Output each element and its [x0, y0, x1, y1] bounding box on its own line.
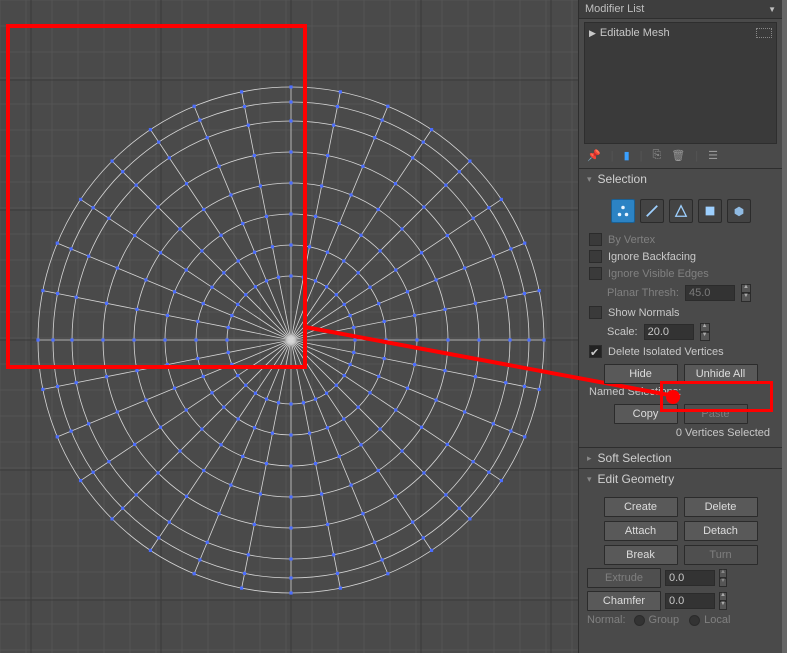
spinner-down-icon: ▼ [741, 293, 751, 302]
turn-button: Turn [684, 545, 758, 565]
subobj-element-button[interactable] [727, 199, 751, 223]
ignore-backfacing-checkbox[interactable]: Ignore Backfacing [587, 248, 774, 265]
chevron-right-icon: ▸ [587, 453, 592, 464]
modifier-list-dropdown[interactable]: Modifier List ▼ [579, 0, 782, 19]
chevron-down-icon: ▼ [768, 5, 776, 14]
make-unique-icon[interactable]: ⎘ [652, 149, 661, 162]
subobject-level-toolbar [587, 199, 774, 223]
panel-scrollbar[interactable] [782, 0, 787, 653]
delete-modifier-icon[interactable]: 🗑 [671, 149, 685, 162]
rollout-soft-selection-header[interactable]: ▸ Soft Selection [579, 448, 782, 468]
stack-item-editable-mesh[interactable]: ▶ Editable Mesh [587, 25, 774, 41]
normals-scale-spinner[interactable]: Scale: 20.0 ▲▼ [587, 321, 774, 343]
by-vertex-checkbox: By Vertex [587, 231, 774, 248]
unhide-all-button[interactable]: Unhide All [684, 364, 758, 384]
rollout-soft-selection: ▸ Soft Selection [579, 447, 782, 468]
spinner-up-icon: ▲ [741, 284, 751, 293]
spinner-down-icon[interactable]: ▼ [719, 601, 727, 610]
viewport[interactable] [0, 0, 578, 653]
subobj-polygon-button[interactable] [698, 199, 722, 223]
chevron-down-icon: ▾ [587, 474, 592, 485]
configure-icon[interactable]: ☰ [708, 149, 718, 162]
create-button[interactable]: Create [604, 497, 678, 517]
radio-group-icon [634, 615, 645, 626]
chevron-down-icon: ▾ [587, 174, 592, 185]
spinner-down-icon: ▼ [719, 578, 727, 587]
named-selections-label: Named Selections: [587, 384, 774, 400]
rollout-selection: ▾ Selection [579, 168, 782, 447]
break-button[interactable]: Break [604, 545, 678, 565]
rollout-edit-geometry-header[interactable]: ▾ Edit Geometry [579, 469, 782, 489]
paste-selection-button: Paste [684, 404, 748, 424]
expand-icon[interactable]: ▶ [589, 28, 596, 39]
attach-button[interactable]: Attach [604, 521, 678, 541]
hide-button[interactable]: Hide [604, 364, 678, 384]
modifier-list-label: Modifier List [585, 3, 644, 15]
mesh-wireframe [0, 0, 578, 653]
ignore-visible-edges-checkbox: Ignore Visible Edges [587, 265, 774, 282]
spinner-up-icon[interactable]: ▲ [719, 592, 727, 601]
selection-status: 0 Vertices Selected [587, 424, 774, 439]
delete-button[interactable]: Delete [684, 497, 758, 517]
app-root: Modifier List ▼ ▶ Editable Mesh 📌 | ▮ | … [0, 0, 787, 653]
normals-scale-value[interactable]: 20.0 [644, 324, 694, 340]
subobj-face-button[interactable] [669, 199, 693, 223]
spinner-up-icon: ▲ [719, 569, 727, 578]
copy-selection-button[interactable]: Copy [614, 404, 678, 424]
stack-toolbar: 📌 | ▮ | ⎘ 🗑 | ☰ [579, 147, 782, 168]
stack-item-toggle-icon[interactable] [756, 28, 772, 38]
show-normals-checkbox[interactable]: Show Normals [587, 304, 774, 321]
stack-item-label: Editable Mesh [600, 27, 670, 39]
extrude-value: 0.0 [665, 570, 715, 586]
planar-thresh-spinner: Planar Thresh: 45.0 ▲▼ [587, 282, 774, 304]
rollout-title: Soft Selection [598, 451, 672, 465]
rollout-title: Selection [598, 172, 647, 186]
delete-isolated-vertices-checkbox[interactable]: ✔Delete Isolated Vertices [587, 343, 774, 360]
show-end-result-icon[interactable]: ▮ [624, 149, 630, 162]
subobj-vertex-button[interactable] [611, 199, 635, 223]
subobj-edge-button[interactable] [640, 199, 664, 223]
rollout-edit-geometry: ▾ Edit Geometry Create Delete Attach Detac… [579, 468, 782, 637]
extrude-button: Extrude [587, 568, 661, 588]
chamfer-value[interactable]: 0.0 [665, 593, 715, 609]
detach-button[interactable]: Detach [684, 521, 758, 541]
rollout-selection-header[interactable]: ▾ Selection [579, 169, 782, 189]
spinner-up-icon[interactable]: ▲ [700, 323, 710, 332]
pin-icon[interactable]: 📌 [587, 149, 601, 162]
modifier-stack[interactable]: ▶ Editable Mesh [584, 22, 777, 144]
command-panel: Modifier List ▼ ▶ Editable Mesh 📌 | ▮ | … [578, 0, 782, 653]
spinner-down-icon[interactable]: ▼ [700, 332, 710, 341]
normal-label: Normal: [587, 614, 626, 626]
radio-local-icon [689, 615, 700, 626]
rollout-title: Edit Geometry [598, 472, 675, 486]
planar-thresh-value: 45.0 [685, 285, 735, 301]
chamfer-button[interactable]: Chamfer [587, 591, 661, 611]
